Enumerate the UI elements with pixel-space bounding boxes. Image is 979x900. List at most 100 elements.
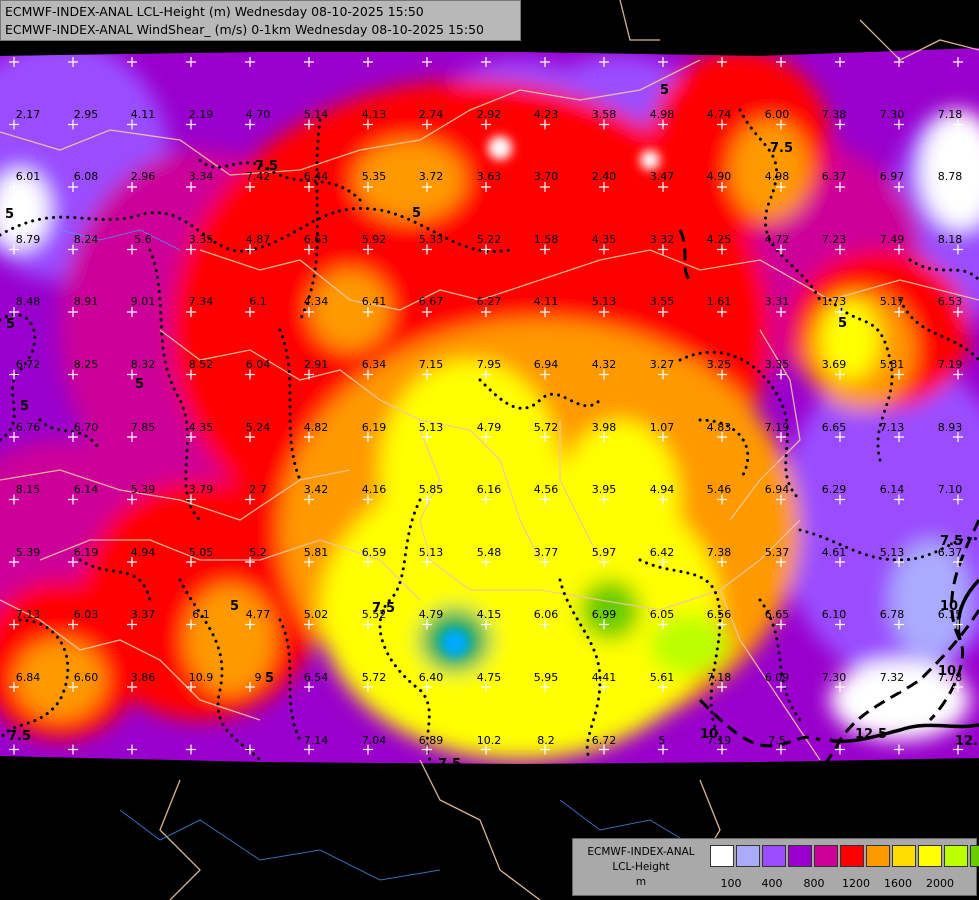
grid-point-value: 7.30 (880, 108, 905, 121)
lcl-height-map: 5 7.5 5 7.5 5 5 5 7.5 5 5 5 7.5 7.5 7.5 … (0, 0, 979, 900)
grid-point-value: 5.46 (707, 483, 732, 496)
grid-point-value: 2.95 (74, 108, 99, 121)
grid-point-value: 6.1 (249, 295, 267, 308)
grid-point-value: 3.98 (592, 421, 617, 434)
grid-point-value: 6.41 (362, 295, 387, 308)
legend-swatch (788, 845, 812, 867)
grid-point-value: 5.35 (362, 170, 387, 183)
grid-point-value: 6.65 (822, 421, 847, 434)
grid-point-value: 4.77 (246, 608, 271, 621)
legend-title-line: LCL-Height (612, 861, 670, 873)
grid-point-value: 6.05 (650, 608, 675, 621)
grid-point-value: 8.15 (16, 483, 41, 496)
grid-point-value: 4.25 (707, 233, 732, 246)
grid-point-value: 9 (255, 671, 262, 684)
grid-point-value: 1.58 (534, 233, 559, 246)
grid-point-value: 5.02 (304, 608, 329, 621)
grid-point-value: 1.07 (650, 421, 675, 434)
grid-point-value: 5.24 (246, 421, 271, 434)
grid-point-value: 6.56 (707, 608, 732, 621)
grid-point-value: 2.74 (419, 108, 444, 121)
grid-point-value: 3.47 (650, 170, 675, 183)
grid-point-value: 4.79 (419, 608, 444, 621)
grid-point-value: 8.18 (938, 233, 963, 246)
grid-point-value: 8.52 (189, 358, 214, 371)
grid-point-value: 2.96 (131, 170, 156, 183)
grid-point-value: 6.04 (246, 358, 271, 371)
grid-point-value: 3.72 (419, 170, 444, 183)
grid-point-value: 4.74 (707, 108, 732, 121)
grid-point-value: 6.08 (74, 170, 99, 183)
grid-point-value: 8.91 (74, 295, 99, 308)
grid-point-value: 7.5 (768, 734, 786, 747)
grid-point-value: 6.27 (477, 295, 502, 308)
grid-point-value: 3.69 (822, 358, 847, 371)
grid-point-value: 6.14 (74, 483, 99, 496)
grid-point-value: 6.78 (880, 608, 905, 621)
legend-tick: 1600 (884, 877, 912, 890)
grid-point-value: 4.70 (246, 108, 271, 121)
grid-point-value: 6.70 (74, 421, 99, 434)
grid-point-value: 6.10 (822, 608, 847, 621)
grid-point-value: 6.59 (362, 546, 387, 559)
grid-point-value: 5.72 (362, 671, 387, 684)
grid-point-value: 3.63 (477, 170, 502, 183)
grid-point-value: 6.60 (74, 671, 99, 684)
grid-point-value: 7.19 (938, 358, 963, 371)
contour-label: 5 (838, 316, 847, 331)
grid-point-value: 6.89 (419, 734, 444, 747)
grid-point-value: 3.86 (131, 671, 156, 684)
grid-point-value: 8.32 (131, 358, 156, 371)
grid-point-value: 6.44 (304, 170, 329, 183)
weather-map-viewer: 5 7.5 5 7.5 5 5 5 7.5 5 5 5 7.5 7.5 7.5 … (0, 0, 979, 900)
contour-label: 12.5 (855, 727, 887, 742)
grid-point-value: 3.77 (534, 546, 559, 559)
grid-point-value: 4.98 (765, 170, 790, 183)
grid-point-value: 6.34 (362, 358, 387, 371)
grid-point-value: 4.79 (477, 421, 502, 434)
color-legend: ECMWF-INDEX-ANAL LCL-Height m 100 400 80… (572, 838, 979, 896)
grid-point-value: 7.78 (938, 671, 963, 684)
grid-point-value: 5.95 (534, 671, 559, 684)
legend-swatch (866, 845, 890, 867)
grid-point-value: 4.56 (534, 483, 559, 496)
grid-point-value: 10.2 (477, 734, 502, 747)
grid-point-value: 4.41 (592, 671, 617, 684)
grid-point-value: 2.17 (16, 108, 41, 121)
grid-point-value: 7.19 (707, 734, 732, 747)
grid-point-value: 7.34 (189, 295, 214, 308)
grid-point-value: 6.15 (938, 608, 963, 621)
grid-point-value: 6.06 (534, 608, 559, 621)
grid-point-value: 8.24 (74, 233, 99, 246)
grid-point-value: 3.27 (650, 358, 675, 371)
grid-point-value: 6.00 (765, 108, 790, 121)
grid-point-value: 6.40 (419, 671, 444, 684)
contour-label: 7.5 (438, 757, 461, 772)
grid-point-value: 5.13 (592, 295, 617, 308)
grid-point-value: 7.15 (419, 358, 444, 371)
grid-point-value: 4.15 (477, 608, 502, 621)
grid-point-value: 4.35 (592, 233, 617, 246)
grid-point-value: 7.32 (880, 671, 905, 684)
legend-swatch (840, 845, 864, 867)
grid-point-value: 5.6 (134, 233, 152, 246)
grid-point-value: 3.70 (534, 170, 559, 183)
contour-label: 7.5 (8, 729, 31, 744)
legend-title: ECMWF-INDEX-ANAL LCL-Height m (577, 845, 705, 890)
grid-point-value: 6.76 (16, 421, 41, 434)
map-header: ECMWF-INDEX-ANAL LCL-Height (m) Wednesda… (0, 0, 521, 41)
grid-point-value: 4.35 (189, 421, 214, 434)
legend-swatch (944, 845, 968, 867)
grid-point-value: 6.63 (304, 233, 329, 246)
grid-point-value: 1.73 (822, 295, 847, 308)
grid-point-value: 6.14 (880, 483, 905, 496)
grid-point-value: 4.90 (707, 170, 732, 183)
grid-point-value: 4.94 (131, 546, 156, 559)
grid-point-value: 6.94 (534, 358, 559, 371)
grid-point-value: 4.11 (534, 295, 559, 308)
grid-point-value: 2.91 (304, 358, 329, 371)
grid-point-value: 6.16 (477, 483, 502, 496)
grid-point-value: 5.13 (419, 546, 444, 559)
grid-point-value: 3.35 (189, 233, 214, 246)
grid-point-value: 3.55 (650, 295, 675, 308)
